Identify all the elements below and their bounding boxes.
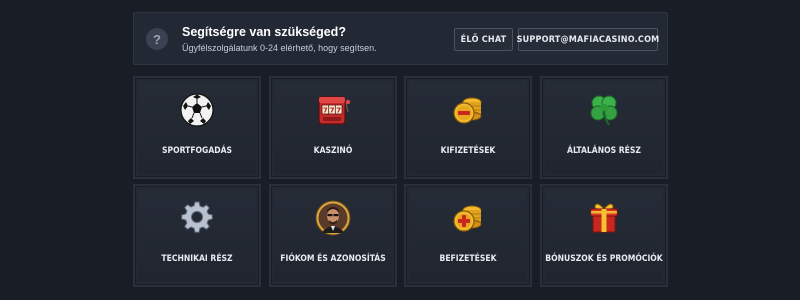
gear-icon [179, 200, 215, 236]
live-chat-button[interactable]: ÉLŐ CHAT [454, 28, 513, 51]
help-subtitle: Ügyfélszolgálatunk 0-24 elérhető, hogy s… [182, 43, 377, 53]
category-label: KIFIZETÉSEK [440, 146, 496, 156]
slot-machine-icon: 7 7 7 [315, 92, 351, 128]
category-label: FIÓKOM ÉS AZONOSÍTÁS [280, 254, 386, 264]
help-title: Segítségre van szükséged? [182, 25, 346, 39]
coins-plus-icon [450, 200, 486, 236]
category-label: SPORTFOGADÁS [161, 146, 233, 156]
category-label: TECHNIKAI RÉSZ [161, 254, 233, 264]
category-tile-technikai[interactable]: TECHNIKAI RÉSZ [133, 184, 261, 287]
coins-minus-icon [450, 92, 486, 128]
category-label: ÁLTALÁNOS RÉSZ [567, 146, 641, 156]
category-tile-fiokom[interactable]: FIÓKOM ÉS AZONOSÍTÁS [269, 184, 397, 287]
svg-text:7: 7 [330, 107, 335, 115]
category-tile-sportfogadas[interactable]: SPORTFOGADÁS [133, 76, 261, 179]
clover-icon [586, 92, 622, 128]
category-tile-altalanos[interactable]: ÁLTALÁNOS RÉSZ [540, 76, 668, 179]
category-label: BEFIZETÉSEK [439, 254, 497, 264]
category-label: BÓNUSZOK ÉS PROMÓCIÓK [545, 254, 663, 264]
category-tile-kifizetesek[interactable]: KIFIZETÉSEK [404, 76, 532, 179]
support-email-button[interactable]: SUPPORT@MAFIACASINO.COM [517, 28, 659, 51]
category-label: KASZINÓ [313, 146, 353, 156]
svg-text:7: 7 [323, 107, 328, 115]
soccer-ball-icon [179, 92, 215, 128]
category-tile-bonuszok[interactable]: BÓNUSZOK ÉS PROMÓCIÓK [540, 184, 668, 287]
avatar-icon [315, 200, 351, 236]
category-tile-kaszino[interactable]: 7 7 7 KASZINÓ [269, 76, 397, 179]
svg-text:7: 7 [336, 107, 341, 115]
gift-box-icon [586, 200, 622, 236]
help-banner: ? Segítségre van szükséged? Ügyfélszolgá… [133, 12, 668, 65]
category-tile-befizetesek[interactable]: BEFIZETÉSEK [404, 184, 532, 287]
question-icon: ? [146, 28, 168, 50]
